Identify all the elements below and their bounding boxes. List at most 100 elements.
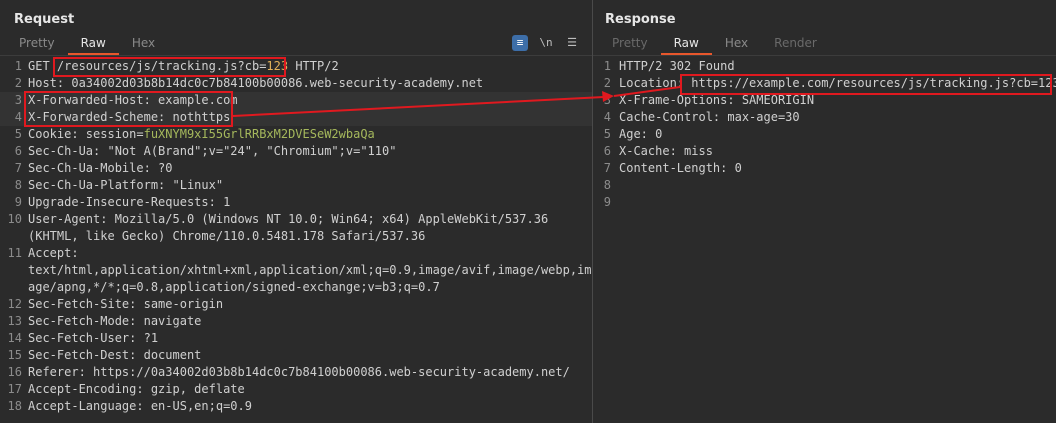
annotation-box-forwarded-headers: [24, 91, 233, 127]
line-content: Cache-Control: max-age=30: [619, 109, 800, 126]
line-content: Sec-Fetch-Dest: document: [28, 347, 201, 364]
response-line: 1 HTTP/2 302 Found: [593, 58, 1056, 75]
code-token: Sec-Fetch-User: ?1: [28, 331, 159, 345]
response-line: 5 Age: 0: [593, 126, 1056, 143]
code-token: Sec-Fetch-Mode: navigate: [28, 314, 202, 328]
line-number: 1: [603, 59, 611, 73]
code-token: Accept:: [28, 246, 79, 260]
line-number: 5: [603, 127, 611, 141]
code-token: Accept-Encoding: gzip, deflate: [28, 382, 245, 396]
line-number: 9: [14, 195, 22, 209]
code-token: Referer: https://0a34002d03b8b14dc0c7b84…: [28, 365, 570, 379]
request-line: 2 Host: 0a34002d03b8b14dc0c7b84100b00086.…: [0, 75, 592, 92]
code-token: text/html,application/xhtml+xml,applicat…: [28, 263, 592, 277]
code-token: Upgrade-Insecure-Requests: 1: [28, 195, 231, 209]
line-number: 4: [603, 110, 611, 124]
line-content: X-Cache: miss: [619, 143, 713, 160]
response-tab-hex[interactable]: Hex: [712, 35, 761, 55]
line-content: Sec-Ch-Ua: "Not A(Brand";v="24", "Chromi…: [28, 143, 396, 160]
request-line: 9 Upgrade-Insecure-Requests: 1: [0, 194, 592, 211]
code-token: fuXNYM9xI55GrlRRBxM2DVESeW2wbaQa: [143, 127, 375, 141]
line-number: 2: [603, 76, 611, 90]
request-tab-hex[interactable]: Hex: [119, 35, 168, 55]
request-title: Request: [14, 12, 75, 27]
request-line: 15 Sec-Fetch-Dest: document: [0, 347, 592, 364]
line-number: 15: [7, 348, 22, 362]
line-number: 18: [7, 399, 22, 413]
response-tab-render[interactable]: Render: [761, 35, 830, 55]
code-token: Cookie: session=: [28, 127, 144, 141]
request-line: 18 Accept-Language: en-US,en;q=0.9: [0, 398, 592, 415]
response-title: Response: [605, 12, 676, 27]
line-content: User-Agent: Mozilla/5.0 (Windows NT 10.0…: [28, 211, 548, 228]
line-number: 14: [7, 331, 22, 345]
request-line: 11 Accept:: [0, 245, 592, 262]
wrap-lines-icon[interactable]: ≡: [512, 35, 528, 51]
line-number: 4: [14, 110, 22, 124]
request-tab-divider: [0, 55, 592, 56]
line-number: 13: [7, 314, 22, 328]
annotation-box-request-path: [53, 57, 286, 77]
response-pane: Response Pretty Raw Hex Render 1 HTTP/2 302 …: [593, 0, 1056, 423]
code-token: X-Cache: miss: [619, 144, 713, 158]
request-line: (KHTML, like Gecko) Chrome/110.0.5481.17…: [0, 228, 592, 245]
response-line: 7 Content-Length: 0: [593, 160, 1056, 177]
request-line: 8 Sec-Ch-Ua-Platform: "Linux": [0, 177, 592, 194]
code-token: Content-Length: 0: [619, 161, 742, 175]
line-content: Sec-Ch-Ua-Mobile: ?0: [28, 160, 173, 177]
request-tab-bar: Pretty Raw Hex: [6, 35, 168, 55]
line-content: text/html,application/xhtml+xml,applicat…: [28, 262, 592, 279]
response-line: 9: [593, 194, 1056, 211]
line-number: 6: [603, 144, 611, 158]
line-content: Accept-Encoding: gzip, deflate: [28, 381, 245, 398]
line-number: 12: [7, 297, 22, 311]
line-content: Sec-Fetch-Site: same-origin: [28, 296, 223, 313]
line-content: age/apng,*/*;q=0.8,application/signed-ex…: [28, 279, 440, 296]
line-content: Content-Length: 0: [619, 160, 742, 177]
code-token: X-Frame-Options: SAMEORIGIN: [619, 93, 815, 107]
line-number: 1: [14, 59, 22, 73]
line-number: 9: [603, 195, 611, 209]
line-number: 3: [603, 93, 611, 107]
code-token: Cache-Control: max-age=30: [619, 110, 800, 124]
code-token: HTTP/2: [288, 59, 339, 73]
response-tab-pretty[interactable]: Pretty: [599, 35, 661, 55]
line-content: Accept-Language: en-US,en;q=0.9: [28, 398, 252, 415]
line-content: Sec-Ch-Ua-Platform: "Linux": [28, 177, 223, 194]
code-token: Age: 0: [619, 127, 663, 141]
line-number: 7: [14, 161, 22, 175]
line-content: Host: 0a34002d03b8b14dc0c7b84100b00086.w…: [28, 75, 483, 92]
line-number: 17: [7, 382, 22, 396]
request-line: 16 Referer: https://0a34002d03b8b14dc0c7b…: [0, 364, 592, 381]
request-line: 10 User-Agent: Mozilla/5.0 (Windows NT 10…: [0, 211, 592, 228]
line-number: 3: [14, 93, 22, 107]
request-line: 7 Sec-Ch-Ua-Mobile: ?0: [0, 160, 592, 177]
line-content: Sec-Fetch-Mode: navigate: [28, 313, 201, 330]
response-tab-divider: [593, 55, 1056, 56]
code-token: User-Agent: Mozilla/5.0 (Windows NT 10.0…: [28, 212, 549, 226]
line-number: 6: [14, 144, 22, 158]
request-line: text/html,application/xhtml+xml,applicat…: [0, 262, 592, 279]
request-line: 13 Sec-Fetch-Mode: navigate: [0, 313, 592, 330]
line-number: 7: [603, 161, 611, 175]
response-tab-raw[interactable]: Raw: [660, 35, 712, 55]
code-token: Sec-Fetch-Dest: document: [28, 348, 202, 362]
newline-toggle[interactable]: \n: [538, 35, 554, 51]
line-content: (KHTML, like Gecko) Chrome/110.0.5481.17…: [28, 228, 425, 245]
request-tab-raw[interactable]: Raw: [67, 35, 119, 55]
code-token: Host: 0a34002d03b8b14dc0c7b84100b00086.w…: [28, 76, 484, 90]
line-content: Age: 0: [619, 126, 662, 143]
line-content: Accept:: [28, 245, 79, 262]
response-line: 6 X-Cache: miss: [593, 143, 1056, 160]
request-tab-pretty[interactable]: Pretty: [6, 35, 68, 55]
code-token: Sec-Fetch-Site: same-origin: [28, 297, 224, 311]
line-number: 2: [14, 76, 22, 90]
response-editor[interactable]: 1 HTTP/2 302 Found 2 Location: https://exam…: [593, 58, 1056, 423]
code-token: Sec-Ch-Ua: "Not A(Brand";v="24", "Chromi…: [28, 144, 397, 158]
line-number: 16: [7, 365, 22, 379]
request-line: 14 Sec-Fetch-User: ?1: [0, 330, 592, 347]
code-token: (KHTML, like Gecko) Chrome/110.0.5481.17…: [28, 229, 426, 243]
hamburger-menu-icon[interactable]: ☰: [564, 35, 580, 51]
code-token: Sec-Ch-Ua-Platform: "Linux": [28, 178, 224, 192]
line-content: Upgrade-Insecure-Requests: 1: [28, 194, 230, 211]
